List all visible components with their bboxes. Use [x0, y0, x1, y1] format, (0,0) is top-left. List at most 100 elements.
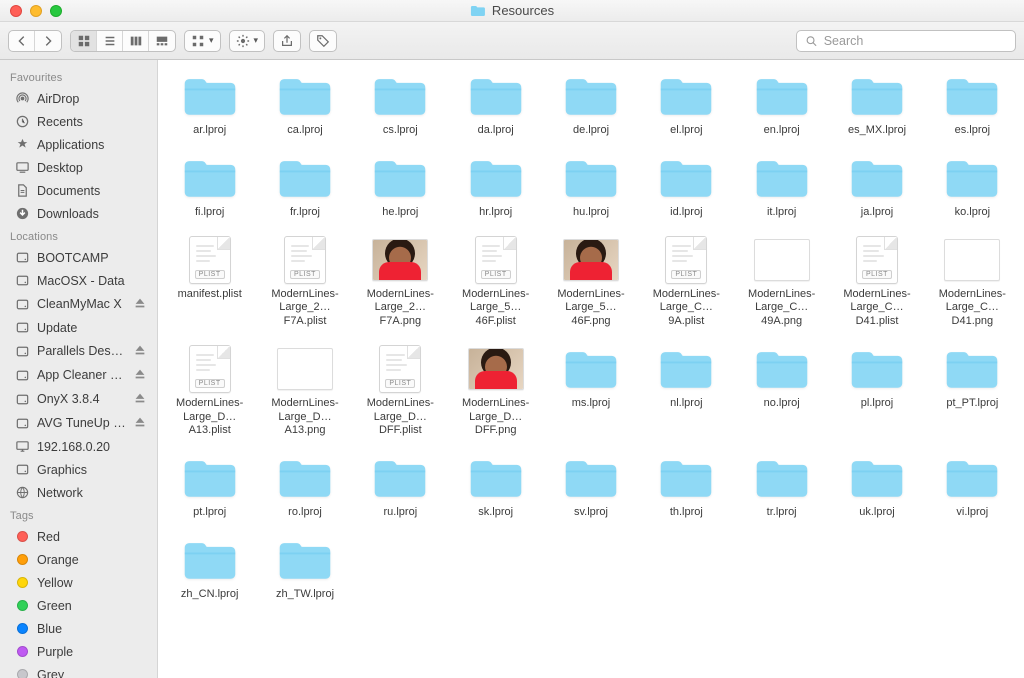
file-item[interactable]: no.lproj: [738, 345, 825, 411]
view-list-button[interactable]: [97, 31, 123, 51]
file-item[interactable]: ModernLines-Large_5…46F.png: [547, 236, 634, 329]
file-item[interactable]: uk.lproj: [833, 454, 920, 520]
zoom-window-button[interactable]: [50, 5, 62, 17]
back-button[interactable]: [9, 31, 35, 51]
sidebar-item[interactable]: App Cleaner & Uni...: [0, 363, 157, 387]
file-item[interactable]: ModernLines-Large_C…D41.png: [929, 236, 1016, 329]
file-item[interactable]: PLISTmanifest.plist: [166, 236, 253, 302]
file-item[interactable]: it.lproj: [738, 154, 825, 220]
file-item[interactable]: cs.lproj: [357, 72, 444, 138]
sidebar-item[interactable]: Purple: [0, 640, 157, 663]
file-item[interactable]: ru.lproj: [357, 454, 444, 520]
file-item[interactable]: el.lproj: [643, 72, 730, 138]
file-item[interactable]: pt.lproj: [166, 454, 253, 520]
file-item[interactable]: he.lproj: [357, 154, 444, 220]
minimize-window-button[interactable]: [30, 5, 42, 17]
file-item[interactable]: tr.lproj: [738, 454, 825, 520]
sidebar-item[interactable]: Blue: [0, 617, 157, 640]
forward-button[interactable]: [35, 31, 61, 51]
download-icon: [14, 206, 30, 222]
sidebar-item[interactable]: MacOSX - Data: [0, 269, 157, 292]
file-item[interactable]: pl.lproj: [833, 345, 920, 411]
sidebar-item[interactable]: Parallels Desktop...: [0, 339, 157, 363]
file-item[interactable]: PLISTModernLines-Large_C…9A.plist: [643, 236, 730, 329]
sidebar-item[interactable]: Green: [0, 594, 157, 617]
sidebar-item[interactable]: Red: [0, 525, 157, 548]
file-item[interactable]: nl.lproj: [643, 345, 730, 411]
file-label: ModernLines-Large_C…D41.png: [929, 288, 1016, 329]
sidebar-item[interactable]: Yellow: [0, 571, 157, 594]
sidebar-item[interactable]: BOOTCAMP: [0, 246, 157, 269]
file-label: pt_PT.lproj: [946, 397, 998, 411]
eject-button[interactable]: [133, 296, 147, 313]
share-button[interactable]: [273, 30, 301, 52]
sidebar-item[interactable]: Documents: [0, 179, 157, 202]
file-item[interactable]: sk.lproj: [452, 454, 539, 520]
sidebar-item[interactable]: CleanMyMac X: [0, 292, 157, 316]
file-item[interactable]: PLISTModernLines-Large_5…46F.plist: [452, 236, 539, 329]
search-input[interactable]: [824, 34, 1007, 48]
plist-badge: PLIST: [862, 270, 892, 279]
eject-button[interactable]: [133, 367, 147, 384]
file-item[interactable]: en.lproj: [738, 72, 825, 138]
sidebar-item[interactable]: Network: [0, 481, 157, 504]
file-item[interactable]: da.lproj: [452, 72, 539, 138]
file-item[interactable]: hr.lproj: [452, 154, 539, 220]
file-item[interactable]: pt_PT.lproj: [929, 345, 1016, 411]
sidebar-item[interactable]: AirDrop: [0, 87, 157, 110]
close-window-button[interactable]: [10, 5, 22, 17]
sidebar-item[interactable]: Orange: [0, 548, 157, 571]
file-item[interactable]: ModernLines-Large_C…49A.png: [738, 236, 825, 329]
arrange-menu-button[interactable]: ▾: [184, 30, 221, 52]
eject-button[interactable]: [133, 391, 147, 408]
sidebar-item[interactable]: AVG TuneUp Prem...: [0, 411, 157, 435]
file-item[interactable]: ca.lproj: [261, 72, 348, 138]
file-label: ModernLines-Large_5…46F.plist: [452, 288, 539, 329]
file-item[interactable]: PLISTModernLines-Large_2…F7A.plist: [261, 236, 348, 329]
sidebar-item[interactable]: Downloads: [0, 202, 157, 225]
file-item[interactable]: ar.lproj: [166, 72, 253, 138]
search-field[interactable]: [796, 30, 1016, 52]
file-item[interactable]: hu.lproj: [547, 154, 634, 220]
file-item[interactable]: ms.lproj: [547, 345, 634, 411]
action-menu-button[interactable]: ▾: [229, 30, 266, 52]
sidebar-item[interactable]: OnyX 3.8.4: [0, 387, 157, 411]
sidebar-item-label: Documents: [37, 184, 147, 198]
file-item[interactable]: PLISTModernLines-Large_C…D41.plist: [833, 236, 920, 329]
eject-button[interactable]: [133, 415, 147, 432]
file-item[interactable]: zh_CN.lproj: [166, 536, 253, 602]
file-item[interactable]: zh_TW.lproj: [261, 536, 348, 602]
sidebar-item[interactable]: Desktop: [0, 156, 157, 179]
file-item[interactable]: sv.lproj: [547, 454, 634, 520]
view-gallery-button[interactable]: [149, 31, 175, 51]
file-item[interactable]: ko.lproj: [929, 154, 1016, 220]
sidebar-item[interactable]: Update: [0, 316, 157, 339]
sidebar-item[interactable]: 192.168.0.20: [0, 435, 157, 458]
file-item[interactable]: th.lproj: [643, 454, 730, 520]
sidebar-item[interactable]: Applications: [0, 133, 157, 156]
view-icons-button[interactable]: [71, 31, 97, 51]
file-item[interactable]: fr.lproj: [261, 154, 348, 220]
file-item[interactable]: PLISTModernLines-Large_D…A13.plist: [166, 345, 253, 438]
sidebar-item-label: Update: [37, 321, 147, 335]
eject-button[interactable]: [133, 343, 147, 360]
file-item[interactable]: vi.lproj: [929, 454, 1016, 520]
file-item[interactable]: ja.lproj: [833, 154, 920, 220]
file-item[interactable]: ModernLines-Large_D…A13.png: [261, 345, 348, 438]
file-item[interactable]: PLISTModernLines-Large_D…DFF.plist: [357, 345, 444, 438]
file-item[interactable]: ro.lproj: [261, 454, 348, 520]
tags-button[interactable]: [309, 30, 337, 52]
file-item[interactable]: ModernLines-Large_2…F7A.png: [357, 236, 444, 329]
tag-color-icon: [14, 552, 30, 568]
file-item[interactable]: fi.lproj: [166, 154, 253, 220]
folder-icon: [753, 345, 811, 393]
sidebar-item[interactable]: Graphics: [0, 458, 157, 481]
file-item[interactable]: de.lproj: [547, 72, 634, 138]
view-columns-button[interactable]: [123, 31, 149, 51]
file-item[interactable]: ModernLines-Large_D…DFF.png: [452, 345, 539, 438]
file-item[interactable]: es.lproj: [929, 72, 1016, 138]
file-item[interactable]: id.lproj: [643, 154, 730, 220]
sidebar-item[interactable]: Recents: [0, 110, 157, 133]
file-item[interactable]: es_MX.lproj: [833, 72, 920, 138]
sidebar-item[interactable]: Grey: [0, 663, 157, 678]
